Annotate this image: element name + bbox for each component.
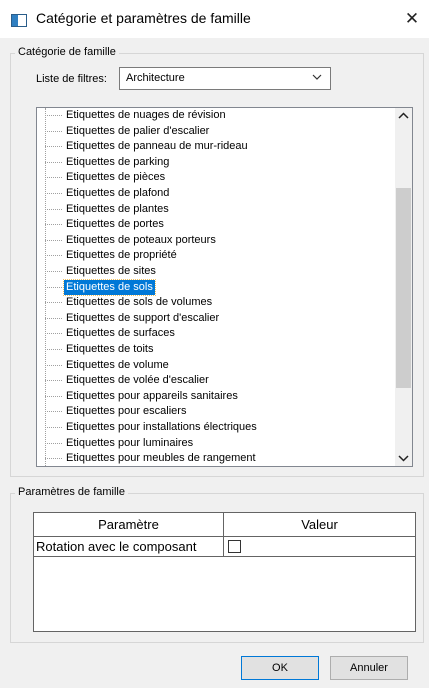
list-item-label: Etiquettes de panneau de mur-rideau	[66, 140, 248, 153]
tree-branch	[45, 239, 62, 241]
list-item-label: Etiquettes de palier d'escalier	[66, 124, 210, 137]
list-item[interactable]: Etiquettes pour installations électrique…	[37, 420, 395, 435]
filter-list-label: Liste de filtres:	[36, 73, 107, 85]
list-item-label: Etiquettes de sols de volumes	[66, 296, 213, 309]
list-item-label: Etiquettes de sites	[66, 265, 156, 277]
tree-branch	[45, 302, 62, 304]
param-value-cell[interactable]	[224, 537, 415, 557]
list-item[interactable]: Etiquettes de poteaux porteurs	[37, 233, 395, 248]
chevron-down-icon	[312, 74, 322, 80]
tree-branch	[45, 177, 62, 179]
list-item[interactable]: Etiquettes de propriété	[37, 248, 395, 263]
filter-list-value: Architecture	[126, 72, 185, 84]
tree-branch	[45, 395, 62, 397]
tree-branch	[45, 364, 62, 366]
tree-branch	[45, 271, 62, 272]
tree-branch	[45, 333, 62, 335]
window-title: Catégorie et paramètres de famille	[36, 10, 251, 26]
list-item[interactable]: Etiquettes de support d'escalier	[37, 311, 395, 326]
tree-branch	[45, 224, 62, 226]
list-item[interactable]: Etiquettes de sites	[37, 264, 395, 279]
list-item-label: Etiquettes de portes	[66, 218, 164, 231]
close-icon[interactable]: ✕	[395, 0, 429, 38]
list-item-label: Etiquettes de plantes	[66, 202, 169, 215]
list-item[interactable]: Etiquettes pour appareils sanitaires	[37, 389, 395, 404]
list-item-selected[interactable]: Etiquettes de sols	[37, 278, 395, 296]
tree-branch	[45, 458, 62, 460]
list-item[interactable]: Etiquettes pour escaliers	[37, 404, 395, 419]
tree-branch	[45, 193, 62, 194]
scroll-down-icon[interactable]	[395, 449, 412, 466]
list-item-label: Etiquettes pour luminaires	[66, 436, 194, 449]
tree-branch	[45, 115, 62, 116]
category-group-caption: Catégorie de famille	[15, 46, 119, 58]
tree-branch	[45, 411, 62, 413]
category-items: Etiquettes de nuages de révision Etiquett…	[37, 108, 395, 466]
list-item-label: Etiquettes de toits	[66, 343, 154, 355]
list-item[interactable]: Etiquettes de plafond	[37, 186, 395, 201]
list-item[interactable]: Etiquettes de nuages de révision	[37, 108, 395, 123]
list-item[interactable]: Etiquettes de pièces	[37, 170, 395, 185]
list-scrollbar[interactable]	[395, 108, 412, 466]
scroll-up-icon[interactable]	[395, 108, 412, 125]
param-name-cell: Rotation avec le composant	[34, 537, 224, 557]
scroll-thumb[interactable]	[396, 188, 411, 388]
tree-branch	[45, 427, 62, 428]
list-item-label: Etiquettes de sols	[63, 278, 156, 296]
list-item-label: Etiquettes pour installations électrique…	[66, 421, 257, 433]
rotation-checkbox[interactable]	[228, 540, 241, 553]
tree-branch	[45, 286, 62, 288]
list-item[interactable]: Etiquettes de volume	[37, 358, 395, 373]
list-item[interactable]: Etiquettes de palier d'escalier	[37, 124, 395, 139]
params-group-caption: Paramètres de famille	[15, 486, 128, 498]
params-table: Paramètre Valeur Rotation avec le compos…	[33, 512, 416, 632]
list-item[interactable]: Etiquettes de parking	[37, 155, 395, 170]
list-item-label: Etiquettes de volume	[66, 358, 169, 371]
list-item[interactable]: Etiquettes de volée d'escalier	[37, 373, 395, 388]
tree-branch	[45, 380, 62, 382]
list-item-label: Etiquettes de poteaux porteurs	[66, 233, 216, 246]
list-item-label: Etiquettes de support d'escalier	[66, 311, 220, 324]
tree-branch	[45, 442, 62, 444]
tree-branch	[45, 130, 62, 132]
list-item-label: Etiquettes de plafond	[66, 187, 170, 199]
list-item[interactable]: Etiquettes de portes	[37, 217, 395, 232]
list-item[interactable]: Etiquettes de plantes	[37, 202, 395, 217]
tree-branch	[45, 255, 62, 257]
list-item-label: Etiquettes de parking	[66, 155, 170, 168]
tree-branch	[45, 317, 62, 319]
list-item-label: Etiquettes de pièces	[66, 171, 166, 184]
ok-button[interactable]: OK	[241, 656, 319, 680]
list-item-label: Etiquettes de propriété	[66, 249, 177, 262]
list-item[interactable]: Etiquettes de toits	[37, 342, 395, 357]
list-item-label: Etiquettes de nuages de révision	[66, 109, 226, 121]
cancel-button[interactable]: Annuler	[330, 656, 408, 680]
list-item-label: Etiquettes pour appareils sanitaires	[66, 389, 238, 402]
dialog-icon	[11, 14, 27, 27]
tree-branch	[45, 161, 62, 163]
list-item-label: Etiquettes pour meubles de rangement	[66, 452, 256, 465]
category-tree-list[interactable]: Etiquettes de nuages de révision Etiquett…	[36, 107, 413, 467]
title-bar: Catégorie et paramètres de famille ✕	[0, 0, 429, 38]
list-item[interactable]: Etiquettes de surfaces	[37, 326, 395, 341]
tree-branch	[45, 146, 62, 148]
list-item[interactable]: Etiquettes pour meubles de rangement	[37, 451, 395, 466]
tree-branch	[45, 208, 62, 210]
list-item[interactable]: Etiquettes de sols de volumes	[37, 295, 395, 310]
filter-list-dropdown[interactable]: Architecture	[119, 67, 331, 90]
column-header-parameter: Paramètre	[34, 513, 224, 537]
list-item-label: Etiquettes de surfaces	[66, 327, 175, 340]
list-item[interactable]: Etiquettes pour luminaires	[37, 436, 395, 451]
list-item-label: Etiquettes de volée d'escalier	[66, 374, 209, 387]
column-header-value: Valeur	[224, 513, 415, 537]
list-item-label: Etiquettes pour escaliers	[66, 405, 187, 418]
list-item[interactable]: Etiquettes de panneau de mur-rideau	[37, 139, 395, 154]
tree-branch	[45, 349, 62, 350]
